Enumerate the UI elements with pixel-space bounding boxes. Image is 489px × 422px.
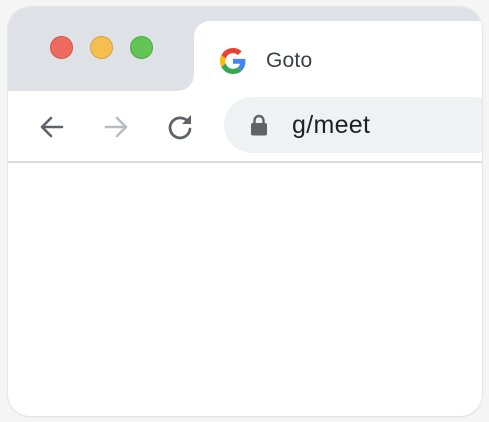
toolbar: g/meet [8,91,482,161]
arrow-right-icon [104,116,128,138]
title-bar: Goto [8,7,482,101]
google-g-icon [220,48,246,74]
minimize-window-button[interactable] [90,36,113,59]
tab-goto[interactable]: Goto [194,21,482,101]
tab-title: Goto [266,49,313,72]
reload-button[interactable] [164,111,196,143]
arrow-left-icon [40,116,64,138]
url-text[interactable]: g/meet [292,111,370,140]
lock-icon[interactable] [250,114,268,136]
zoom-window-button[interactable] [130,36,153,59]
close-window-button[interactable] [50,36,73,59]
back-button[interactable] [36,111,68,143]
forward-button[interactable] [100,111,132,143]
tab-corner [178,75,194,91]
page-content [8,163,482,416]
address-bar[interactable]: g/meet [224,97,482,153]
reload-icon [168,115,192,140]
browser-window: Goto g/meet [8,7,482,416]
